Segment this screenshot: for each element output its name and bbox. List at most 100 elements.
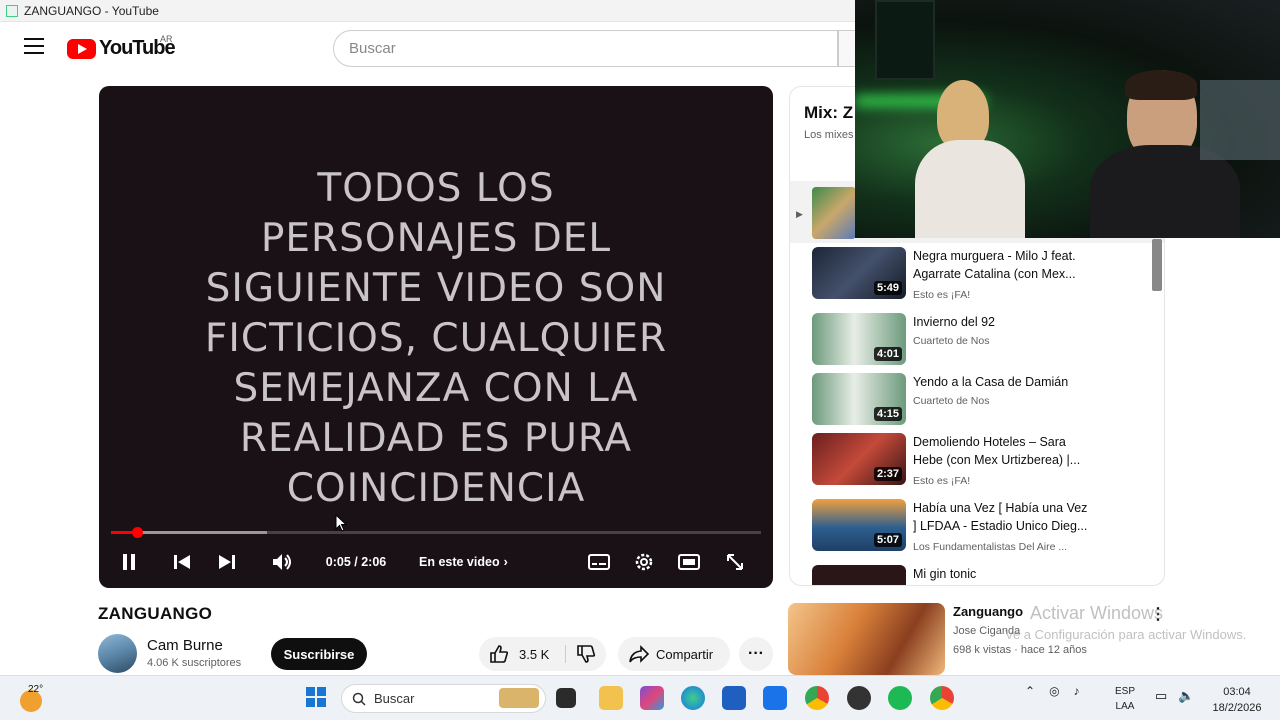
weather-temp: 22° bbox=[28, 684, 44, 695]
subscribe-button[interactable]: Suscribirse bbox=[271, 638, 367, 670]
spotify-icon[interactable] bbox=[888, 686, 912, 710]
video-thumbnail: 5:07 bbox=[812, 499, 906, 551]
person-right-hair bbox=[1125, 70, 1197, 100]
playlist-item[interactable]: 4:15 Yendo a la Casa de Damián Cuarteto … bbox=[812, 373, 1152, 429]
taskbar-search-input[interactable]: Buscar bbox=[341, 684, 546, 713]
overlay-line: SEMEJANZA CON LA bbox=[233, 366, 639, 411]
microphone-icon[interactable]: ♪ bbox=[1074, 684, 1080, 698]
chrome-profile-icon[interactable] bbox=[930, 686, 954, 710]
like-dislike-group: 3.5 K bbox=[479, 637, 606, 671]
item-title: Había una Vez [ Había una Vez ] LFDAA - … bbox=[913, 501, 1088, 533]
overlay-line: COINCIDENCIA bbox=[286, 466, 586, 511]
chapters-label: En este video bbox=[419, 555, 500, 569]
item-channel: Cuarteto de Nos bbox=[913, 395, 990, 407]
recommended-thumbnail[interactable] bbox=[788, 603, 945, 675]
wall-frame bbox=[875, 0, 935, 80]
scrollbar-thumb[interactable] bbox=[1152, 239, 1162, 291]
next-button[interactable] bbox=[214, 549, 240, 575]
playlist-item[interactable]: 5:49 Negra murguera - Milo J feat. Agarr… bbox=[812, 247, 1152, 303]
search-highlight-image bbox=[499, 688, 539, 708]
subtitles-icon bbox=[588, 554, 610, 570]
edge-icon[interactable] bbox=[681, 686, 705, 710]
recommended-title[interactable]: Zanguango bbox=[953, 604, 1023, 619]
weather-widget[interactable]: 22° bbox=[20, 684, 50, 714]
monitor-icon[interactable]: ▭ bbox=[1155, 688, 1167, 704]
like-button[interactable]: 3.5 K bbox=[479, 637, 565, 671]
clock-time: 03:04 bbox=[1223, 686, 1251, 698]
app-icon bbox=[6, 4, 18, 17]
thumbs-down-icon bbox=[577, 645, 596, 663]
item-title: Yendo a la Casa de Damián bbox=[913, 375, 1069, 389]
system-tray: ⌃ ◎ ♪ bbox=[1025, 684, 1080, 698]
next-icon bbox=[219, 555, 235, 569]
network-icon[interactable]: ◎ bbox=[1049, 684, 1059, 698]
pause-button[interactable] bbox=[115, 549, 143, 575]
recommended-meta: 698 k vistas · hace 12 años bbox=[953, 644, 1087, 656]
overlay-line: PERSONAJES DEL bbox=[260, 216, 612, 261]
volume-button[interactable] bbox=[269, 549, 297, 575]
taskbar: 22° Buscar ⌃ ◎ ♪ ESP LAA ▭ 🔈 03:04 18/2/… bbox=[0, 675, 1280, 720]
chevron-up-icon[interactable]: ⌃ bbox=[1025, 684, 1035, 698]
video-thumbnail: 4:01 bbox=[812, 313, 906, 365]
item-title: Invierno del 92 bbox=[913, 315, 996, 329]
file-explorer-icon[interactable] bbox=[599, 686, 623, 710]
fullscreen-button[interactable] bbox=[721, 549, 749, 575]
video-player[interactable]: TODOS LOS PERSONAJES DEL SIGUIENTE VIDEO… bbox=[99, 86, 773, 588]
time-display: 0:05 / 2:06 bbox=[325, 555, 387, 569]
language-indicator[interactable]: ESP LAA bbox=[1115, 684, 1135, 714]
speaker-icon[interactable]: 🔈 bbox=[1178, 688, 1194, 704]
dislike-button[interactable] bbox=[566, 637, 606, 671]
theater-mode-button[interactable] bbox=[675, 549, 703, 575]
settings-button[interactable] bbox=[630, 549, 658, 575]
scrubber-handle[interactable] bbox=[132, 527, 143, 538]
chapters-button[interactable]: En este video › bbox=[419, 552, 519, 572]
duration-badge: 4:15 bbox=[873, 407, 902, 421]
taskbar-search-placeholder: Buscar bbox=[374, 691, 415, 706]
item-channel: Los Fundamentalistas Del Aire ... bbox=[913, 541, 1068, 553]
video-thumbnail bbox=[812, 565, 906, 585]
search-placeholder: Buscar bbox=[349, 40, 396, 57]
duration-badge: 4:01 bbox=[873, 347, 902, 361]
lang-line2: LAA bbox=[1115, 701, 1135, 712]
playlist-item[interactable]: 4:01 Invierno del 92 Cuarteto de Nos bbox=[812, 313, 1152, 369]
channel-name[interactable]: Cam Burne bbox=[147, 637, 223, 654]
more-actions-button[interactable]: ··· bbox=[739, 637, 773, 671]
store-icon[interactable] bbox=[640, 686, 664, 710]
outlook-icon[interactable] bbox=[763, 686, 787, 710]
item-channel: Esto es ¡FA! bbox=[913, 289, 971, 301]
share-button[interactable]: Compartir bbox=[618, 637, 730, 671]
previous-button[interactable] bbox=[169, 549, 195, 575]
channel-avatar[interactable] bbox=[98, 634, 137, 673]
previous-icon bbox=[174, 555, 190, 569]
video-thumbnail: 2:37 bbox=[812, 433, 906, 485]
gear-icon bbox=[635, 553, 653, 571]
clock[interactable]: 03:04 18/2/2026 bbox=[1208, 684, 1266, 716]
country-code: AR bbox=[160, 34, 173, 44]
now-playing-icon: ▶ bbox=[796, 209, 803, 219]
overlay-line: SIGUIENTE VIDEO SON bbox=[205, 266, 667, 311]
playlist-item[interactable]: 5:07 Había una Vez [ Había una Vez ] LFD… bbox=[812, 499, 1152, 555]
chrome-icon[interactable] bbox=[805, 686, 829, 710]
obs-icon[interactable] bbox=[847, 686, 871, 710]
clock-date: 18/2/2026 bbox=[1212, 702, 1262, 714]
playlist-title: Mix: Z bbox=[804, 103, 854, 122]
video-title: ZANGUANGO bbox=[98, 604, 213, 623]
item-title: Demoliendo Hoteles – Sara Hebe (con Mex … bbox=[913, 435, 1081, 467]
calculator-icon[interactable] bbox=[722, 686, 746, 710]
search-input[interactable]: Buscar bbox=[333, 30, 838, 67]
windows-start-icon[interactable] bbox=[305, 686, 329, 710]
subscriber-count: 4.06 K suscriptores bbox=[147, 657, 242, 669]
task-view-icon[interactable] bbox=[556, 688, 576, 708]
search-icon bbox=[352, 692, 366, 706]
playlist-item[interactable]: 2:37 Demoliendo Hoteles – Sara Hebe (con… bbox=[812, 433, 1152, 489]
overlay-line: TODOS LOS bbox=[317, 166, 555, 211]
item-title: Negra murguera - Milo J feat. Agarrate C… bbox=[913, 249, 1076, 281]
youtube-logo[interactable]: YouTube bbox=[67, 37, 176, 60]
current-thumbnail bbox=[812, 187, 856, 239]
mouse-cursor-icon bbox=[335, 514, 347, 532]
hamburger-menu-icon[interactable] bbox=[24, 38, 44, 56]
more-horizontal-icon: ··· bbox=[748, 645, 764, 662]
playlist-item[interactable]: Mi gin tonic bbox=[812, 565, 1152, 585]
duration-badge: 2:37 bbox=[873, 467, 902, 481]
subtitles-button[interactable] bbox=[585, 549, 613, 575]
